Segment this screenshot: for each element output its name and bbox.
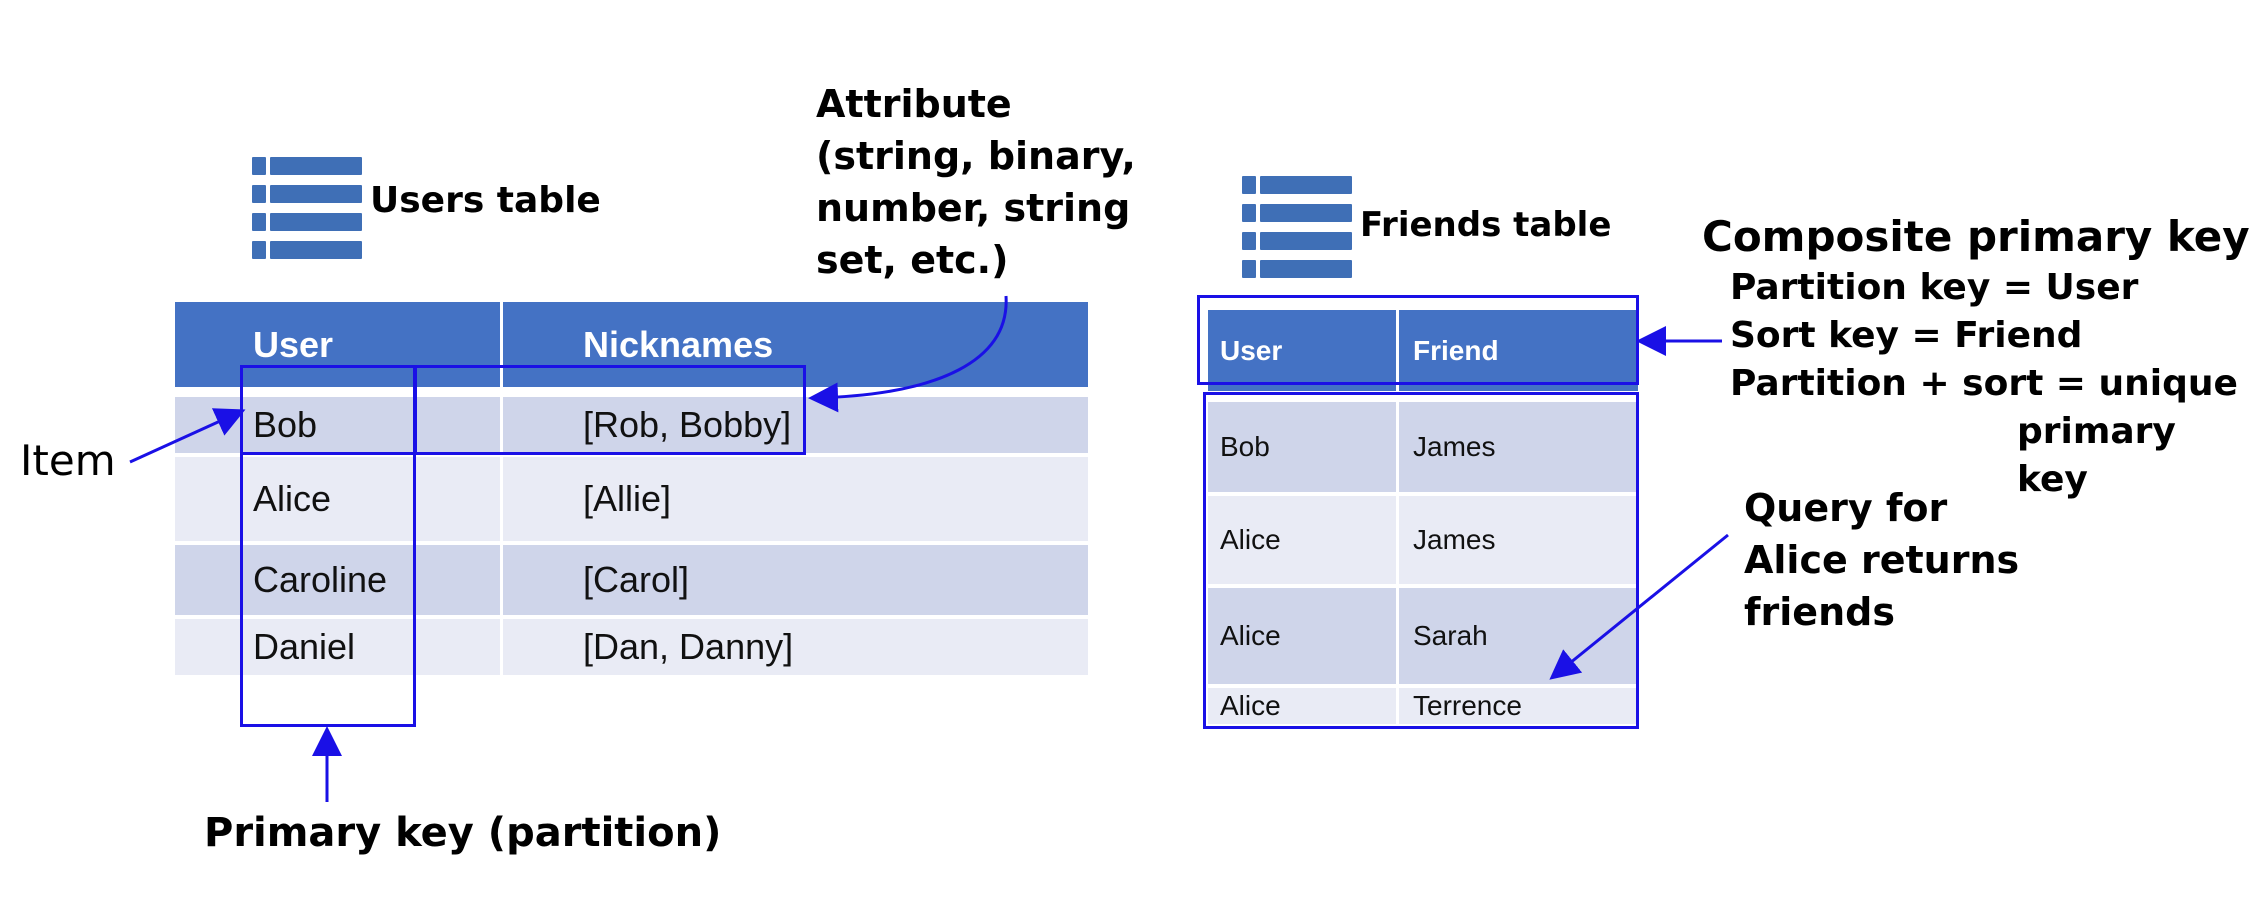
query-arrow [1549, 533, 1729, 680]
annotation-arrows [129, 295, 1729, 802]
attribute-arrow [808, 295, 1008, 413]
item-arrow [129, 408, 246, 464]
